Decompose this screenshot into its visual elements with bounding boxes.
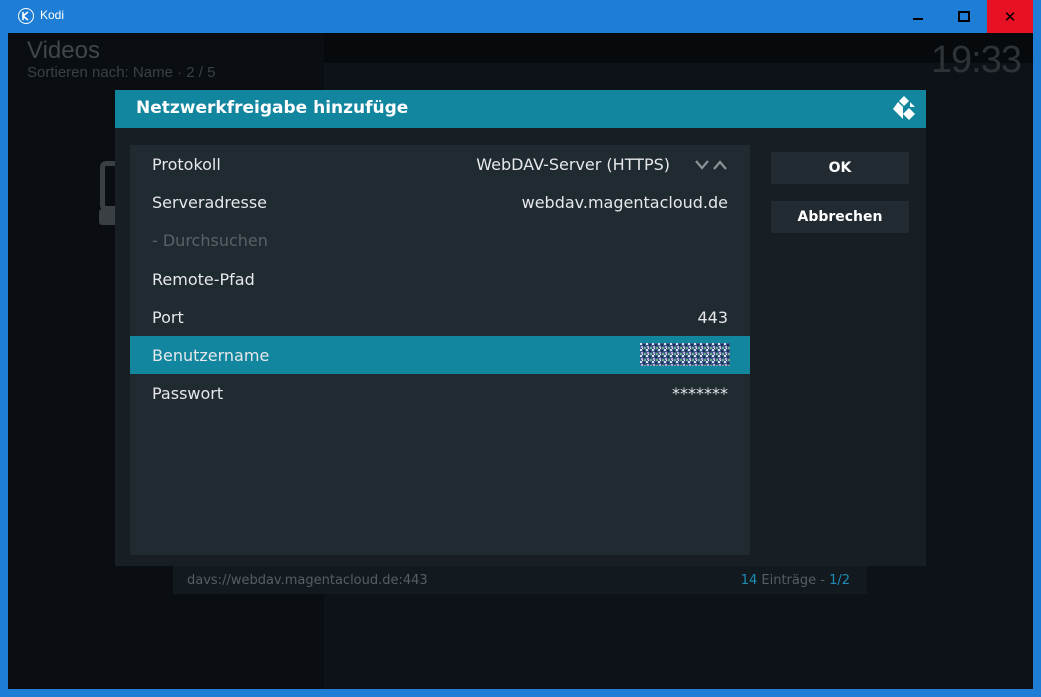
footer-count-text: Einträge - <box>757 573 830 588</box>
setting-label: Remote-Pfad <box>152 270 255 289</box>
setting-label: Port <box>152 308 184 327</box>
window-titlebar[interactable]: Kodi ✕ <box>0 0 1041 33</box>
setting-server-address[interactable]: Serveradresse webdav.magentacloud.de <box>130 183 750 221</box>
setting-value: webdav.magentacloud.de <box>521 193 728 212</box>
footer-item-count: 14 Einträge - 1/2 <box>741 573 850 588</box>
maximize-button[interactable] <box>941 0 987 33</box>
background-sort-label: Sortieren nach: Name · 2 / 5 <box>27 64 216 81</box>
close-icon: ✕ <box>1003 7 1017 26</box>
clock: 19:33 <box>930 39 1022 81</box>
setting-username[interactable]: Benutzername <box>130 336 750 374</box>
setting-password[interactable]: Passwort ******* <box>130 374 750 412</box>
dialog-title: Netzwerkfreigabe hinzufüge <box>136 98 409 118</box>
close-button[interactable]: ✕ <box>987 0 1033 33</box>
window-title: Kodi <box>40 8 65 22</box>
setting-browse: - Durchsuchen <box>130 221 750 259</box>
setting-label: Protokoll <box>152 155 221 174</box>
setting-value: 443 <box>697 308 728 327</box>
redacted-username-value <box>640 343 730 366</box>
dialog-header: Netzwerkfreigabe hinzufüge <box>115 90 926 128</box>
setting-port[interactable]: Port 443 <box>130 298 750 336</box>
kodi-app-icon <box>18 8 34 24</box>
footer-bar: davs://webdav.magentacloud.de:443 14 Ein… <box>173 566 867 594</box>
settings-list: Protokoll WebDAV-Server (HTTPS) Serverad… <box>130 145 750 555</box>
setting-value: ******* <box>672 384 728 403</box>
setting-protocol[interactable]: Protokoll WebDAV-Server (HTTPS) <box>130 145 750 183</box>
setting-label: - Durchsuchen <box>152 231 268 250</box>
chevron-down-up-icon[interactable] <box>694 159 728 171</box>
background-section-title: Videos <box>27 37 100 64</box>
setting-remote-path[interactable]: Remote-Pfad <box>130 260 750 298</box>
footer-path: davs://webdav.magentacloud.de:443 <box>187 573 428 588</box>
footer-count-number: 14 <box>740 573 758 588</box>
setting-label: Serveradresse <box>152 193 268 212</box>
minimize-button[interactable] <box>895 0 941 33</box>
setting-label: Passwort <box>152 384 224 403</box>
setting-label: Benutzername <box>152 346 270 365</box>
kodi-client-area: Videos Sortieren nach: Name · 2 / 5 19:3… <box>8 33 1033 689</box>
add-network-share-dialog: Netzwerkfreigabe hinzufüge Protokoll Web… <box>115 90 926 566</box>
minimize-icon <box>913 17 923 20</box>
setting-value: WebDAV-Server (HTTPS) <box>476 155 670 174</box>
ok-button[interactable]: OK <box>771 152 909 184</box>
cancel-button[interactable]: Abbrechen <box>771 201 909 233</box>
footer-page: 1/2 <box>829 573 850 588</box>
maximize-icon <box>958 11 970 22</box>
kodi-logo-icon <box>893 96 915 120</box>
